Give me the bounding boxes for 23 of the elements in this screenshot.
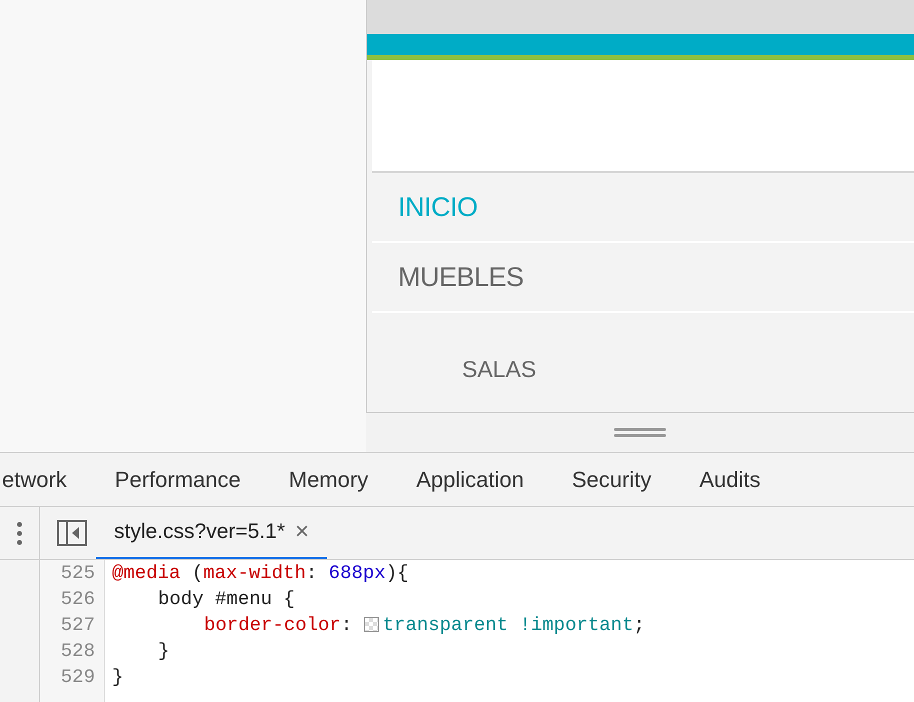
more-options-icon[interactable] <box>17 522 22 544</box>
devtools-tab[interactable]: Security <box>548 453 676 506</box>
line-number: 526 <box>60 587 95 612</box>
close-icon[interactable]: × <box>295 514 310 550</box>
devtools-tab[interactable]: etwork <box>2 453 91 506</box>
code-line: } <box>158 639 170 664</box>
code-line: body #menu { <box>158 587 295 612</box>
devtools-tab[interactable]: Application <box>392 453 548 506</box>
line-number: 529 <box>60 665 95 690</box>
line-number: 528 <box>60 639 95 664</box>
submenu-link[interactable]: SALAS <box>372 313 914 409</box>
devtools-tab[interactable]: Audits <box>675 453 784 506</box>
code-line: } <box>112 665 124 690</box>
line-number: 525 <box>60 561 95 586</box>
menu-link[interactable]: MUEBLES <box>372 243 914 313</box>
code-line: @media (max-width: 688px){ <box>112 561 408 586</box>
resize-handle-icon[interactable] <box>614 428 666 437</box>
devtools-tab[interactable]: Performance <box>90 453 265 506</box>
code-line: border-color: transparent !important; <box>204 613 645 638</box>
devtools-tab[interactable]: Memory <box>264 453 392 506</box>
color-swatch-icon[interactable] <box>364 617 379 632</box>
line-number: 527 <box>60 613 95 638</box>
toggle-sidebar-icon[interactable] <box>57 520 87 546</box>
